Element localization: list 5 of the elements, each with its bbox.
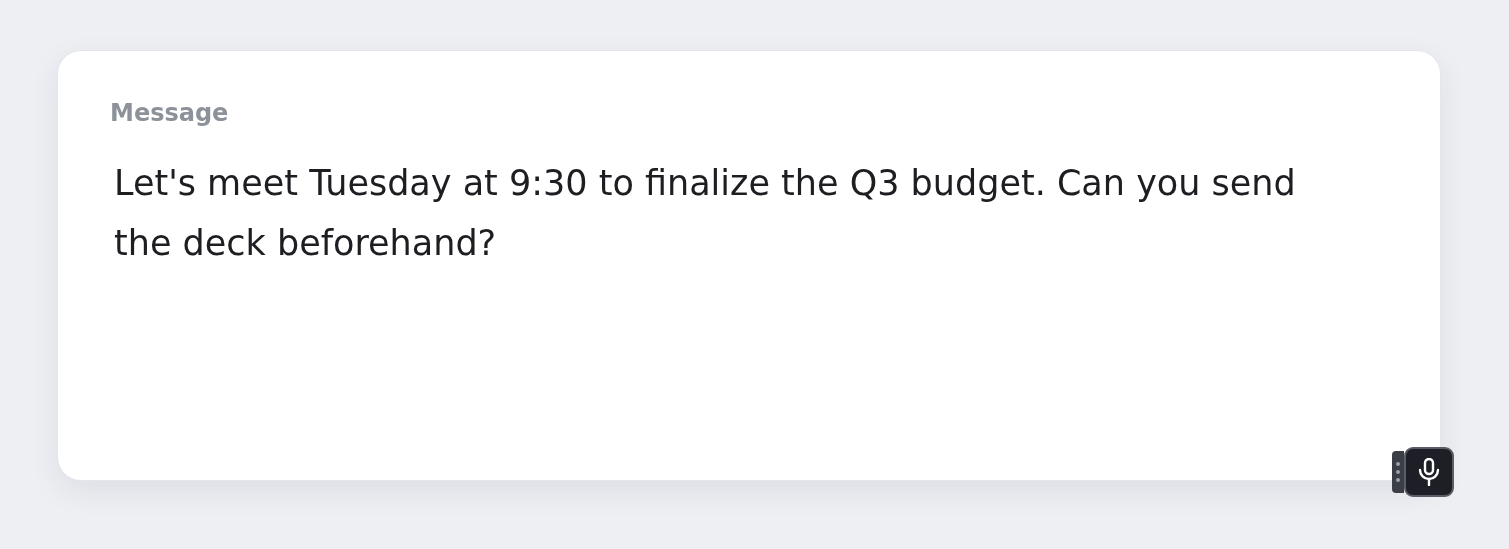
drag-handle-icon[interactable] bbox=[1392, 451, 1404, 493]
microphone-button[interactable] bbox=[1404, 447, 1454, 497]
microphone-icon bbox=[1418, 458, 1440, 486]
field-label: Message bbox=[110, 99, 230, 127]
message-text[interactable]: Let's meet Tuesday at 9:30 to finalize the Q3 budget. Can you send the deck beforehand? bbox=[110, 153, 1354, 273]
